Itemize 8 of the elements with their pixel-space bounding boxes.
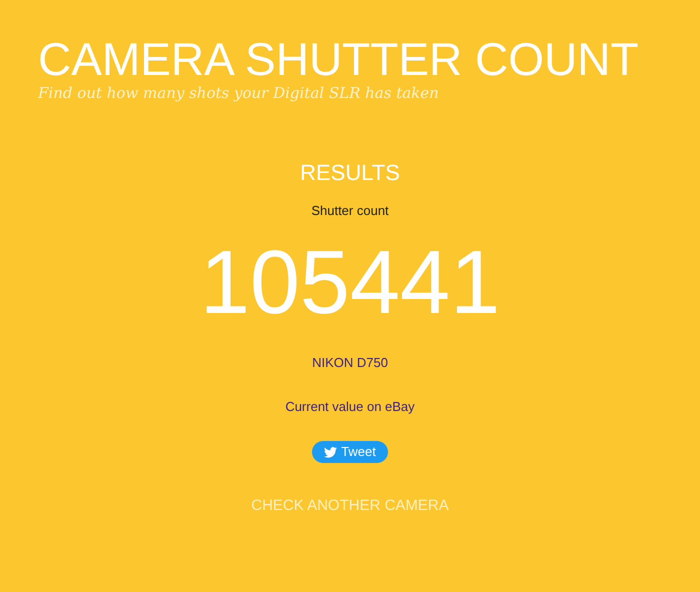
camera-model-link[interactable]: NIKON D750 — [312, 355, 388, 371]
shutter-count-value: 105441 — [200, 233, 500, 333]
bird-icon — [324, 446, 338, 458]
results-heading: RESULTS — [300, 160, 400, 186]
shutter-count-label: Shutter count — [311, 203, 389, 219]
tagline: Find out how many shots your Digital SLR has taken — [38, 84, 440, 102]
page-title: CAMERA SHUTTER COUNT — [38, 34, 640, 84]
ebay-value-link[interactable]: Current value on eBay — [285, 399, 415, 415]
